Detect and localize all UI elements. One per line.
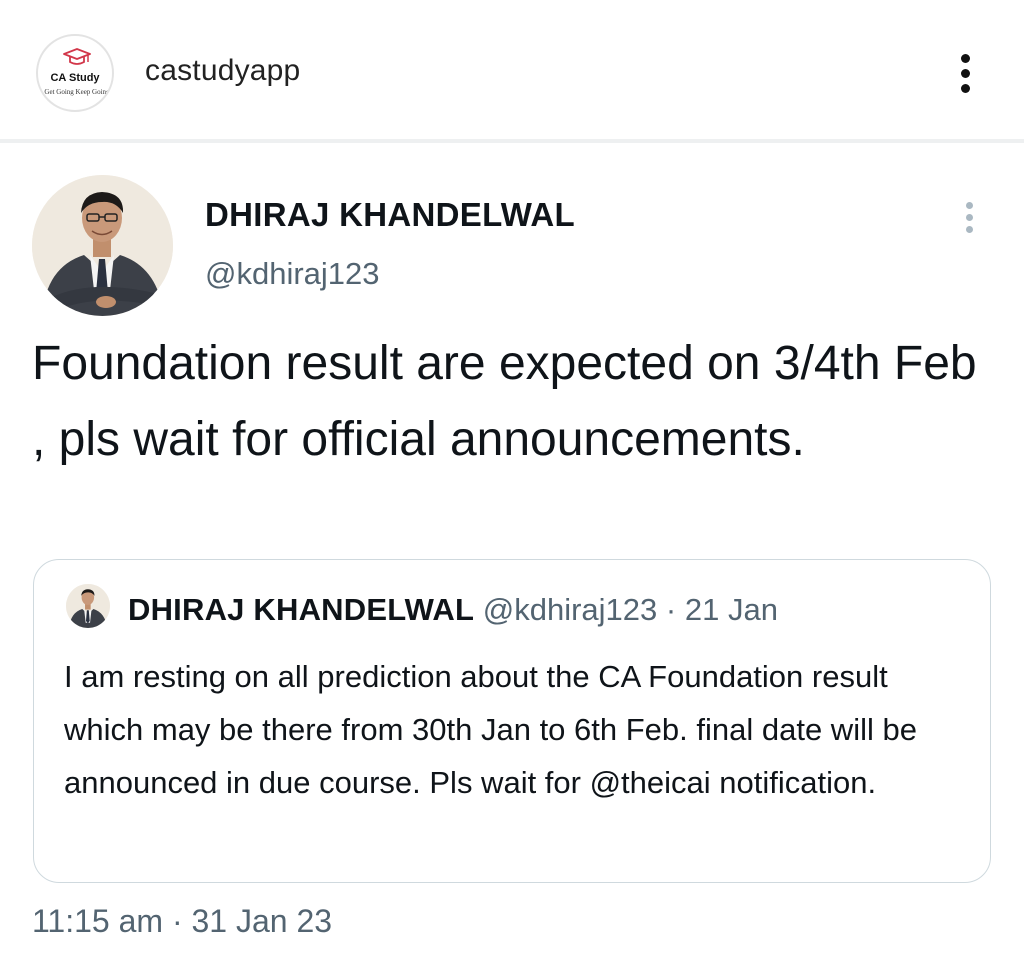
author-name[interactable]: DHIRAJ KHANDELWAL: [205, 196, 575, 234]
account-avatar[interactable]: CA Study Get Going Keep Going: [36, 34, 114, 112]
more-vertical-icon[interactable]: [952, 50, 980, 98]
account-username[interactable]: castudyapp: [145, 54, 300, 88]
tweet-text: Foundation result are expected on 3/4th …: [32, 337, 977, 466]
quoted-author-handle[interactable]: @kdhiraj123: [483, 592, 658, 627]
author-photo: [32, 175, 173, 316]
avatar-brand-text: CA Study: [50, 72, 100, 84]
quoted-author-photo: [66, 584, 110, 628]
author-handle[interactable]: @kdhiraj123: [205, 256, 380, 292]
quoted-tweet-date[interactable]: 21 Jan: [685, 592, 778, 627]
quoted-author-avatar[interactable]: [66, 584, 110, 628]
quoted-tweet-header: DHIRAJ KHANDELWAL @kdhiraj123 · 21 Jan: [128, 592, 778, 628]
tweet-timestamp[interactable]: 11:15 am · 31 Jan 23: [32, 903, 332, 940]
header-divider: [0, 139, 1024, 143]
separator-dot: ·: [665, 592, 677, 627]
more-vertical-icon[interactable]: [960, 198, 980, 238]
author-avatar[interactable]: [32, 175, 173, 316]
quoted-author-name[interactable]: DHIRAJ KHANDELWAL: [128, 592, 474, 627]
quoted-tweet-card[interactable]: DHIRAJ KHANDELWAL @kdhiraj123 · 21 Jan I…: [33, 559, 991, 883]
post-header: CA Study Get Going Keep Going castudyapp: [0, 0, 1024, 140]
graduation-cap-icon: [63, 48, 91, 65]
quoted-tweet-text: I am resting on all prediction about the…: [64, 659, 917, 800]
avatar-tagline-text: Get Going Keep Going: [44, 88, 110, 96]
